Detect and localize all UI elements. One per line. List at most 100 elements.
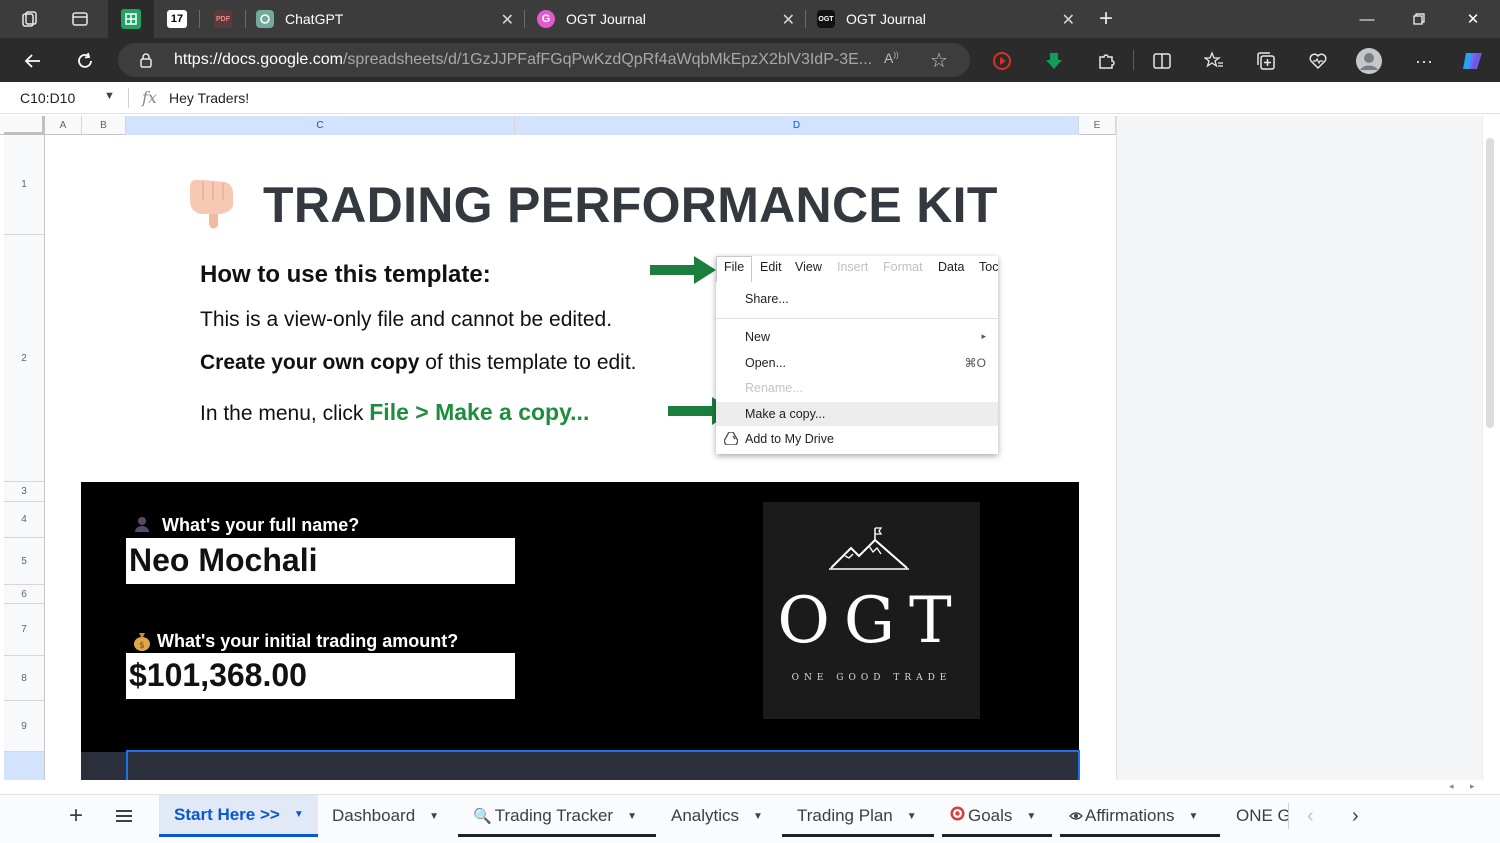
column-header-d[interactable]: D [515,116,1079,135]
add-sheet-icon[interactable]: + [64,795,88,837]
url-field[interactable]: https://docs.google.com/spreadsheets/d/1… [118,43,970,77]
all-sheets-menu-icon[interactable] [112,795,136,837]
chevron-down-icon[interactable]: ▼ [429,811,439,822]
magnifier-icon: 🔍 [473,808,492,825]
sheet-tab-trading-plan[interactable]: Trading Plan ▼ [797,795,917,837]
full-name-field[interactable]: Neo Mochali [126,538,515,584]
row-header-4[interactable]: 4 [4,502,44,538]
row-header-2[interactable]: 2 [4,235,44,482]
minimize-icon[interactable]: — [1344,0,1390,38]
scroll-right-icon[interactable]: ▸ [1470,781,1475,792]
select-all-corner[interactable] [4,116,45,135]
howto-heading: How to use this template: [200,261,491,288]
url-path: /spreadsheets/d/1GzJJPFafFGqPwKzdQpRf4aW… [342,51,873,68]
row-header-5[interactable]: 5 [4,538,44,585]
column-headers: A B C D E [0,116,1116,135]
chevron-down-icon[interactable]: ▼ [1188,811,1198,822]
tab-title: OGT Journal [566,11,646,27]
browser-essentials-icon[interactable] [1305,48,1331,74]
person-silhouette-icon [133,515,151,538]
tab-actions-icon[interactable] [67,6,93,32]
chevron-down-icon[interactable]: ▼ [1026,811,1036,822]
reload-icon[interactable] [70,46,100,76]
amount-question: What's your initial trading amount? [157,631,459,651]
copy-instruction-bold: Create your own copy [200,351,420,374]
tab-ogt-journal-1[interactable]: G OGT Journal ✕ [537,0,805,38]
chatgpt-icon [256,10,274,28]
chevron-down-icon[interactable]: ▼ [294,809,304,820]
row-header-7[interactable]: 7 [4,604,44,656]
chevron-down-icon[interactable]: ▼ [753,811,763,822]
more-options-icon[interactable]: ··· [1411,48,1437,74]
favorite-star-icon[interactable]: ☆ [930,48,948,73]
row-header-3[interactable]: 3 [4,482,44,502]
sheet-tab-start-here[interactable]: Start Here >> ▼ [159,795,318,837]
extensions-icon[interactable] [1093,48,1119,74]
tab-tradingview[interactable]: 17 [160,0,194,38]
restore-icon[interactable] [1396,0,1442,38]
menu-instruction-path: File > Make a copy... [369,399,590,425]
sheet-tab-analytics[interactable]: Analytics ▼ [671,795,763,837]
menu-view: View [795,260,822,274]
formula-input[interactable]: Hey Traders! [169,90,249,106]
ogt-icon: OGT [817,10,835,28]
sheet-tab-one-g[interactable]: ONE G [1236,795,1288,837]
split-screen-icon[interactable] [1149,48,1175,74]
menu-edit: Edit [760,260,782,274]
close-tab-icon[interactable]: ✕ [782,10,795,30]
tab-chatgpt[interactable]: ChatGPT ✕ [256,0,524,38]
record-extension-icon[interactable] [989,48,1015,74]
back-icon[interactable] [18,46,48,76]
avatar[interactable] [1356,48,1382,74]
vertical-scrollbar-thumb[interactable] [1486,138,1494,428]
sheet-tab-dashboard[interactable]: Dashboard ▼ [332,795,439,837]
name-box-dropdown-icon[interactable]: ▼ [104,90,115,102]
sheets-icon [121,9,141,29]
lock-icon[interactable] [138,52,154,73]
row-header-6[interactable]: 6 [4,585,44,604]
pdf-icon: PDF [214,10,232,28]
new-tab-icon[interactable]: + [1093,5,1119,32]
scroll-left-icon[interactable]: ◂ [1449,781,1454,792]
menu-item-add-to-drive: Add to My Drive [745,432,834,446]
horizontal-scrollbar[interactable]: ◂ ▸ [0,780,1500,794]
ogt-g-icon: G [537,10,555,28]
menu-instruction: In the menu, click File > Make a copy... [200,399,589,426]
collections-icon[interactable] [1253,48,1279,74]
favorites-icon[interactable] [1201,48,1227,74]
initial-amount-field[interactable]: $101,368.00 [126,653,515,699]
row-header-10[interactable] [4,752,44,780]
chevron-down-icon[interactable]: ▼ [907,811,917,822]
menu-format: Format [883,260,923,274]
selected-range[interactable] [126,750,1080,780]
sheet-tab-goals[interactable]: Goals ▼ [950,795,1036,837]
chevron-down-icon[interactable]: ▼ [627,811,637,822]
column-header-a[interactable]: A [45,116,82,135]
column-header-b[interactable]: B [82,116,126,135]
read-aloud-icon[interactable]: A)) [884,50,899,66]
close-tab-icon[interactable]: ✕ [1062,10,1075,30]
name-box[interactable]: C10:D10 [20,90,75,106]
tab-title: ChatGPT [285,11,344,27]
close-window-icon[interactable]: ✕ [1450,0,1496,38]
vertical-scrollbar[interactable] [1482,116,1496,780]
download-extension-icon[interactable] [1041,48,1067,74]
scroll-tabs-right-icon[interactable]: › [1352,795,1359,837]
tab-pdf[interactable]: PDF [206,0,240,38]
copilot-icon[interactable] [1460,48,1486,74]
tab-sheets[interactable] [108,0,154,38]
sheet-tab-affirmations[interactable]: Affirmations ▼ [1069,795,1198,837]
row-header-9[interactable]: 9 [4,701,44,752]
submenu-arrow-icon: ▸ [981,331,986,341]
ogt-logo: OGT ONE GOOD TRADE [763,502,980,719]
row-header-1[interactable]: 1 [4,135,44,235]
workspaces-icon[interactable] [17,6,43,32]
green-arrow-icon [650,256,716,284]
column-header-e[interactable]: E [1079,116,1116,135]
row-header-8[interactable]: 8 [4,656,44,701]
close-tab-icon[interactable]: ✕ [501,10,514,30]
sheet-tab-trading-tracker[interactable]: 🔍 Trading Tracker ▼ [473,795,637,837]
column-header-c[interactable]: C [126,116,515,135]
scroll-tabs-left-icon[interactable]: ‹ [1307,795,1314,837]
tab-ogt-journal-2[interactable]: OGT OGT Journal ✕ [817,0,1085,38]
